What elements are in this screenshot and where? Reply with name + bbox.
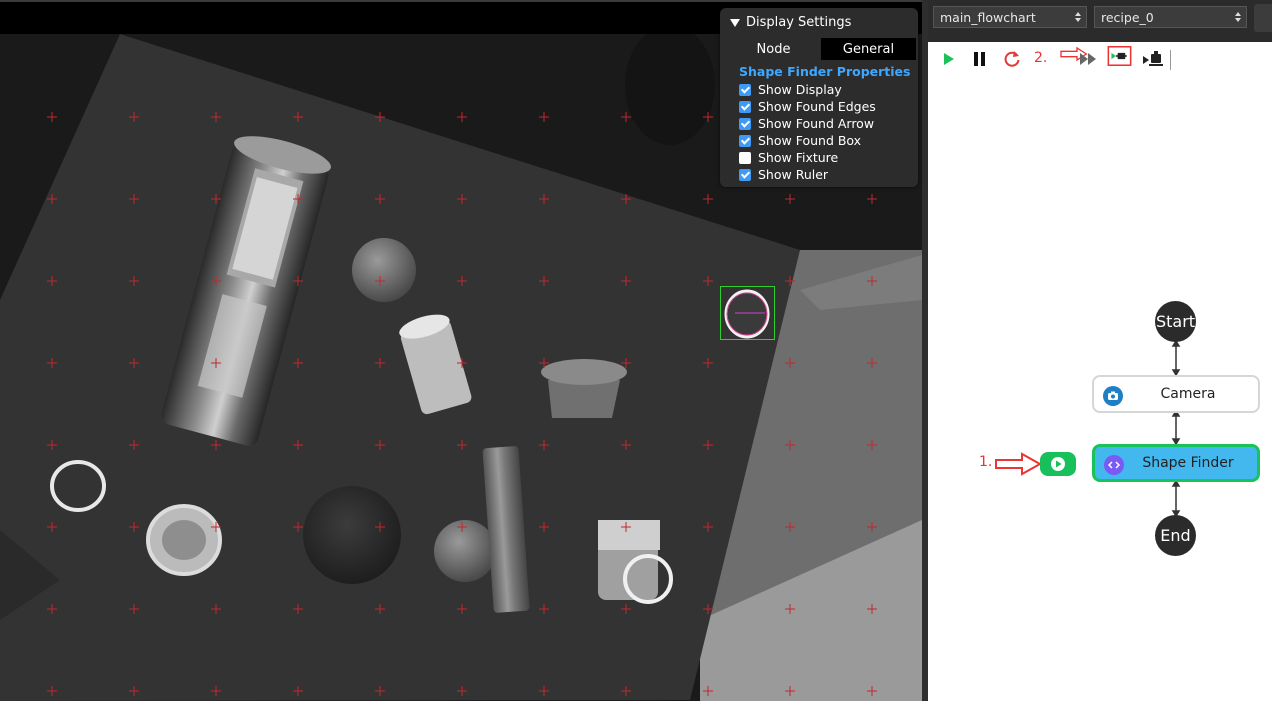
annotation-step-2: 2. [1034, 50, 1048, 66]
option-label: Show Ruler [758, 167, 829, 182]
play-icon [1051, 457, 1065, 471]
tab-node[interactable]: Node [726, 38, 821, 60]
end-node[interactable]: End [1155, 515, 1196, 556]
option-label: Show Found Box [758, 133, 862, 148]
option-checkbox[interactable] [739, 134, 751, 147]
recipe-select-value: recipe_0 [1101, 9, 1154, 25]
display-settings-header[interactable]: Display Settings [730, 15, 851, 30]
camera-image-viewer[interactable]: Display Settings Node General Shape Find… [0, 0, 922, 701]
collapse-caret-icon[interactable] [730, 18, 740, 27]
display-settings-tabs: Node General [726, 38, 916, 60]
run-to-node-icon[interactable] [1104, 46, 1135, 66]
selector-bar: main_flowchart recipe_0 [928, 0, 1272, 42]
code-icon [1104, 455, 1124, 475]
app-root: Display Settings Node General Shape Find… [0, 0, 1272, 701]
start-node[interactable]: Start [1155, 301, 1196, 342]
display-option-row[interactable]: Show Ruler [739, 166, 914, 183]
debug-node-icon[interactable] [1142, 49, 1164, 69]
step-over-icon[interactable] [1076, 49, 1102, 69]
flowchart-canvas[interactable]: Start Camera 1. Shape Finder End [928, 76, 1272, 701]
option-checkbox[interactable] [739, 168, 751, 181]
option-checkbox[interactable] [739, 100, 751, 113]
display-settings-panel: Display Settings Node General Shape Find… [720, 8, 918, 187]
option-label: Show Found Arrow [758, 116, 875, 131]
option-label: Show Display [758, 82, 842, 97]
display-option-row[interactable]: Show Display [739, 81, 914, 98]
option-label: Show Fixture [758, 150, 839, 165]
flowchart-panel: main_flowchart recipe_0 2. Start Camera … [928, 0, 1272, 701]
option-label: Show Found Edges [758, 99, 876, 114]
display-option-row[interactable]: Show Found Edges [739, 98, 914, 115]
tab-general[interactable]: General [821, 38, 916, 60]
flowchart-select[interactable]: main_flowchart [933, 6, 1087, 28]
pause-icon[interactable] [972, 49, 988, 69]
reset-icon[interactable] [1002, 49, 1022, 69]
option-checkbox[interactable] [739, 83, 751, 96]
display-options-list[interactable]: Show Display Show Found Edges Show Found A… [739, 81, 914, 183]
shape-finder-properties-heading: Shape Finder Properties [739, 64, 911, 79]
display-option-row[interactable]: Show Fixture [739, 149, 914, 166]
display-option-row[interactable]: Show Found Arrow [739, 115, 914, 132]
toolbar-separator [1170, 50, 1171, 70]
display-settings-title: Display Settings [746, 15, 852, 30]
annotation-step-1: 1. [979, 454, 993, 470]
overflow-button[interactable] [1254, 4, 1272, 32]
display-option-row[interactable]: Show Found Box [739, 132, 914, 149]
option-checkbox[interactable] [739, 151, 751, 164]
camera-icon [1103, 386, 1123, 406]
flowchart-select-value: main_flowchart [940, 9, 1036, 25]
run-toolbar: 2. [928, 42, 1272, 76]
annotation-arrow-1 [995, 452, 1043, 476]
play-icon[interactable] [942, 49, 956, 69]
option-checkbox[interactable] [739, 117, 751, 130]
shape-finder-node[interactable]: Shape Finder [1092, 444, 1260, 482]
camera-node[interactable]: Camera [1092, 375, 1260, 413]
run-node-button[interactable] [1040, 452, 1076, 476]
recipe-select[interactable]: recipe_0 [1094, 6, 1247, 28]
